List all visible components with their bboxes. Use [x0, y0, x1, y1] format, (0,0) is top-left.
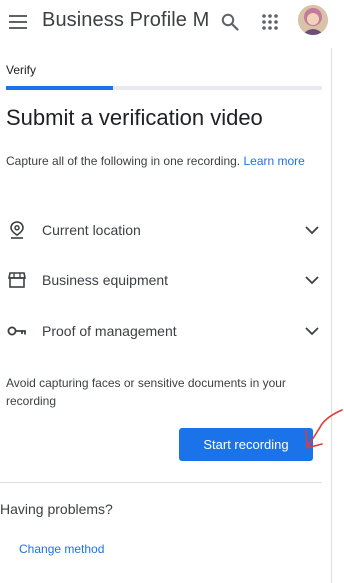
requirement-label: Current location — [42, 222, 141, 238]
app-bar: Business Profile Ma — [0, 0, 344, 44]
progress-fill — [6, 86, 114, 90]
key-icon — [6, 320, 28, 342]
privacy-note: Avoid capturing faces or sensitive docum… — [6, 376, 286, 408]
help-title: Having problems? — [0, 501, 113, 517]
menu-icon[interactable] — [4, 8, 32, 36]
page-title: Submit a verification video — [6, 105, 263, 130]
search-icon[interactable] — [216, 8, 244, 36]
intro-description: Capture all of the following in one reco… — [6, 154, 241, 168]
storefront-icon — [6, 269, 28, 291]
progress-bar — [6, 86, 322, 90]
requirement-label: Business equipment — [42, 272, 169, 288]
step-label: Verify — [6, 63, 37, 77]
requirement-business-equipment[interactable]: Business equipment — [6, 260, 324, 300]
intro-text: Capture all of the following in one reco… — [6, 152, 316, 170]
requirement-current-location[interactable]: Current location — [6, 210, 324, 250]
change-method-button[interactable]: Change method — [19, 542, 104, 556]
section-divider — [0, 482, 322, 483]
chevron-down-icon[interactable] — [302, 270, 322, 290]
chevron-down-icon[interactable] — [302, 220, 322, 240]
learn-more-link[interactable]: Learn more — [243, 154, 304, 168]
location-pin-icon — [6, 219, 28, 241]
requirement-proof-of-management[interactable]: Proof of management — [6, 311, 324, 351]
apps-grid-icon[interactable] — [256, 8, 284, 36]
app-title: Business Profile Ma — [42, 9, 210, 31]
requirement-label: Proof of management — [42, 323, 177, 339]
chevron-down-icon[interactable] — [302, 321, 322, 341]
red-arrow-annotation — [305, 409, 343, 449]
avatar[interactable] — [298, 5, 328, 35]
verification-card: Verify Submit a verification video Captu… — [0, 48, 343, 583]
start-recording-button[interactable]: Start recording — [179, 428, 313, 461]
